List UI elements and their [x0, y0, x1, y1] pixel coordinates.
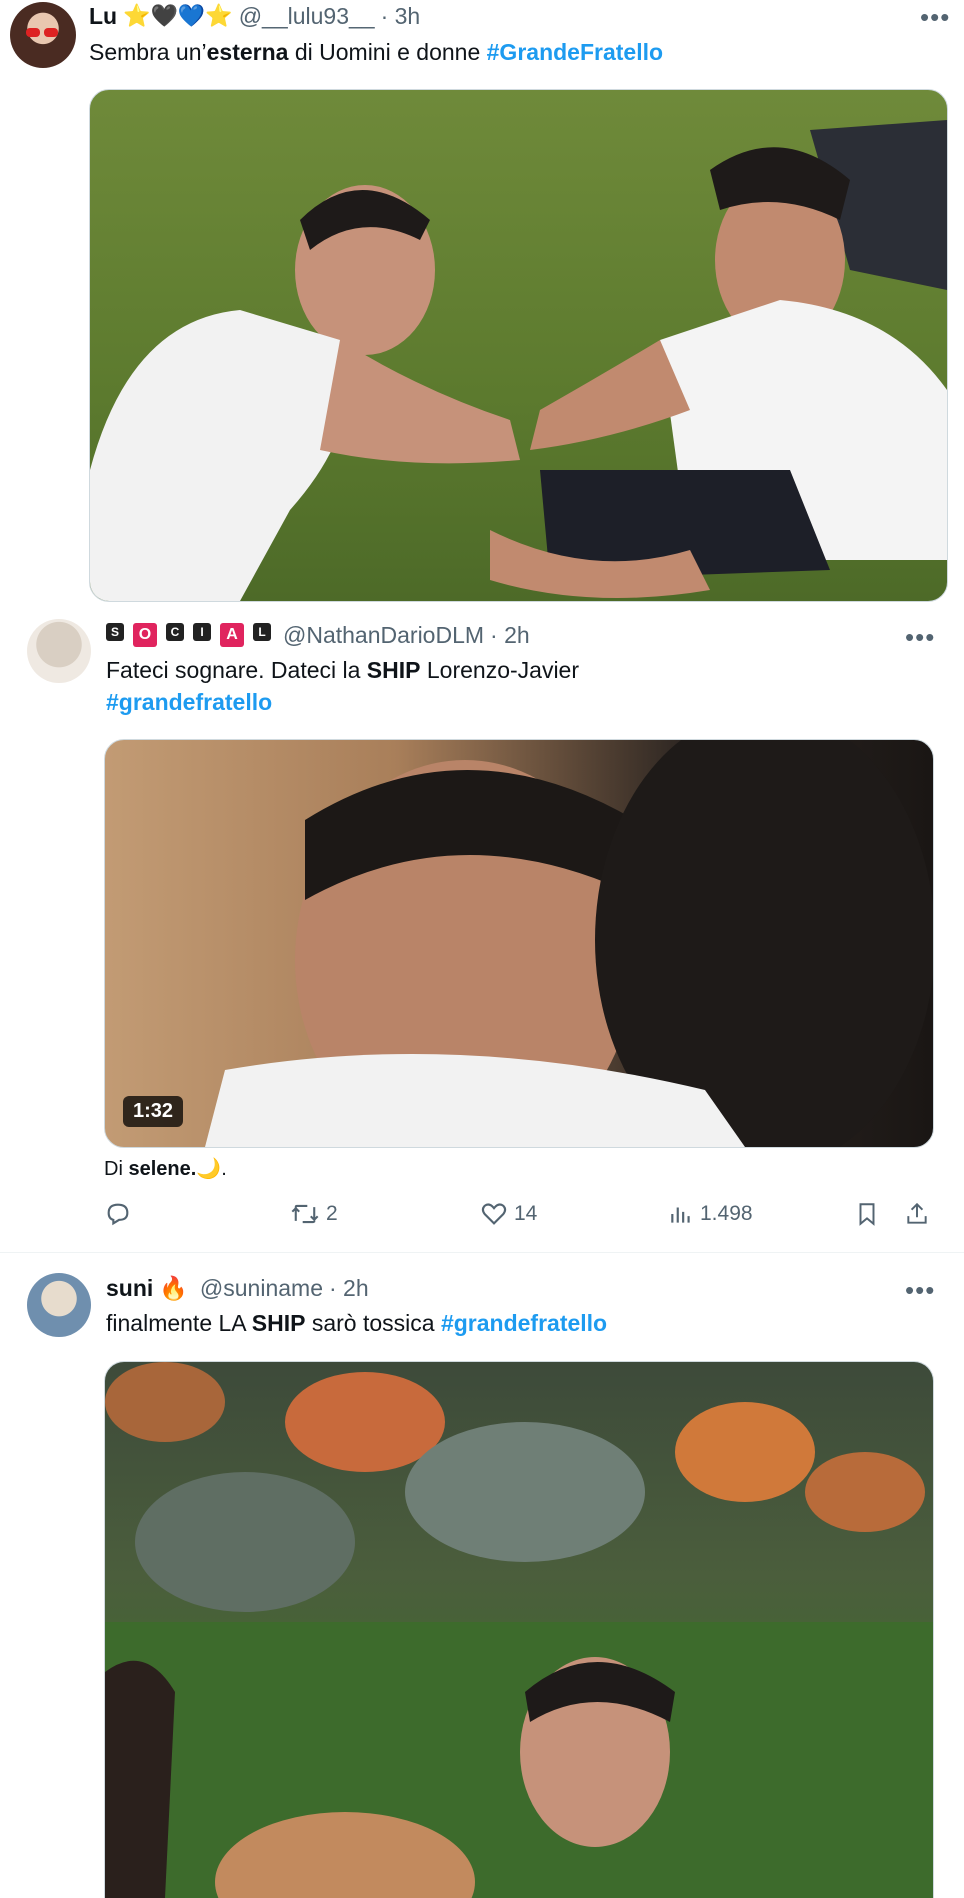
tweet-text: Fateci sognare. Dateci la SHIP Lorenzo-J…: [106, 654, 579, 686]
reply-icon: [107, 1203, 129, 1226]
reply-button[interactable]: [104, 1200, 138, 1228]
text-bold: SHIP: [251, 1310, 306, 1336]
handle[interactable]: @suniname: [200, 1275, 323, 1302]
tweet-text-line2: #grandefratello: [106, 686, 272, 718]
views-icon: [671, 1207, 690, 1223]
display-name[interactable]: Lu: [89, 3, 117, 30]
handle[interactable]: @__lulu93__: [239, 3, 375, 30]
display-name[interactable]: suni 🔥: [106, 1275, 194, 1302]
views-count: 1.498: [700, 1202, 753, 1225]
more-options-icon[interactable]: •••: [905, 622, 935, 653]
retweet-count: 2: [326, 1202, 338, 1225]
text-fragment: Di: [104, 1158, 129, 1180]
badge-letter: L: [253, 623, 271, 641]
retweet-icon: [291, 1204, 319, 1224]
tweet-photo[interactable]: [89, 89, 948, 602]
name-emojis: ⭐🖤💙⭐: [123, 3, 233, 28]
photo-two-men-shaking-hands: [90, 120, 947, 601]
views-button[interactable]: 1.498: [668, 1200, 753, 1228]
hashtag-link[interactable]: #GrandeFratello: [487, 39, 663, 65]
text-fragment: Lorenzo-Javier: [420, 657, 580, 683]
tweet-divider: [0, 1252, 964, 1253]
more-options-icon[interactable]: •••: [905, 1275, 935, 1306]
tweet-text: Sembra un’esterna di Uomini e donne #Gra…: [89, 36, 663, 68]
hashtag-link[interactable]: #grandefratello: [106, 689, 272, 715]
social-badge[interactable]: S O C I A L: [106, 623, 277, 647]
share-button[interactable]: [904, 1200, 936, 1228]
video-frame-close-up-face: [205, 740, 933, 1147]
text-fragment: Fateci sognare. Dateci la: [106, 657, 367, 683]
text-fragment: finalmente LA: [106, 1310, 252, 1336]
bookmark-icon: [859, 1203, 875, 1226]
sunglasses-icon: [26, 28, 58, 37]
timestamp[interactable]: · 2h: [329, 1275, 369, 1302]
bookmark-button[interactable]: [854, 1200, 886, 1228]
badge-letter: I: [193, 623, 211, 641]
tweet-header: suni 🔥 @suniname · 2h: [106, 1272, 375, 1304]
tweet-header: S O C I A L @NathanDarioDLM · 2h: [106, 619, 536, 651]
heart-icon: [481, 1203, 507, 1225]
text-fragment: Sembra un’: [89, 39, 207, 65]
badge-letter: A: [220, 623, 244, 647]
handle[interactable]: @NathanDarioDLM: [283, 622, 484, 649]
avatar[interactable]: [27, 619, 91, 683]
text-fragment: sarò tossica: [305, 1310, 441, 1336]
hashtag-link[interactable]: #grandefratello: [441, 1310, 607, 1336]
retweet-button[interactable]: 2: [290, 1200, 338, 1228]
tweet-video[interactable]: 1:32: [104, 739, 934, 1148]
caption-author[interactable]: selene.: [128, 1158, 196, 1180]
badge-letter: S: [106, 623, 124, 641]
share-icon: [907, 1202, 927, 1224]
text-fragment: di Uomini e donne: [288, 39, 487, 65]
tweet-header: Lu ⭐🖤💙⭐ @__lulu93__ · 3h: [89, 0, 426, 32]
tweet-photo[interactable]: [104, 1361, 934, 1898]
text-bold: SHIP: [366, 657, 421, 683]
text-fragment: .: [221, 1158, 227, 1180]
video-duration: 1:32: [123, 1096, 184, 1127]
more-options-icon[interactable]: •••: [920, 2, 950, 33]
like-button[interactable]: 14: [480, 1200, 537, 1228]
like-count: 14: [514, 1202, 538, 1225]
fire-emoji: 🔥: [159, 1274, 188, 1301]
badge-letter: C: [166, 623, 184, 641]
avatar[interactable]: [27, 1273, 91, 1337]
display-name-text: suni: [106, 1274, 154, 1301]
text-bold: esterna: [206, 39, 289, 65]
tweet-text: finalmente LA SHIP sarò tossica #grandef…: [106, 1307, 607, 1339]
timestamp[interactable]: · 2h: [490, 622, 530, 649]
photo-garden-scene: [105, 1362, 933, 1898]
badge-letter: O: [133, 623, 157, 647]
timestamp[interactable]: · 3h: [381, 3, 421, 30]
avatar[interactable]: [10, 2, 76, 68]
moon-emoji: 🌙: [196, 1158, 222, 1180]
video-caption: Di selene.🌙.: [104, 1153, 227, 1185]
